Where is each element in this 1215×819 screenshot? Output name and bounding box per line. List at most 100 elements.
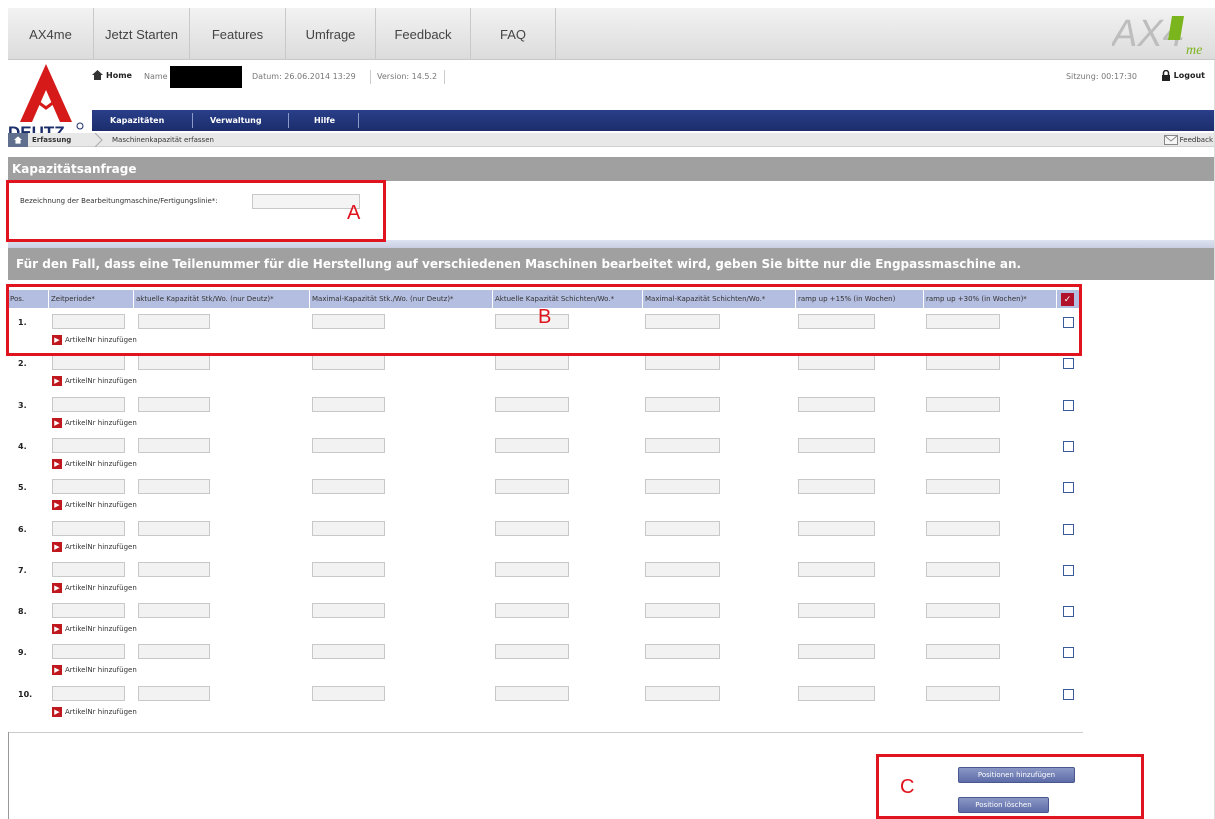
maximal-schichten-input[interactable] <box>645 520 720 536</box>
position-number: 9. <box>18 648 27 658</box>
row-checkbox[interactable] <box>1063 399 1074 411</box>
ramp-up-15-input[interactable] <box>798 355 875 371</box>
add-article-label: ArtikelNr hinzufügen <box>65 707 137 716</box>
maximal-schichten-input[interactable] <box>645 685 720 701</box>
maximal-kapazitaet-input[interactable] <box>312 644 385 660</box>
aktuelle-schichten-input[interactable] <box>495 644 569 660</box>
aktuelle-kapazitaet-input[interactable] <box>138 437 210 453</box>
row-checkbox[interactable] <box>1063 606 1074 618</box>
add-article-link[interactable]: ▶ ArtikelNr hinzufügen <box>52 706 137 717</box>
aktuelle-kapazitaet-input[interactable] <box>138 603 210 619</box>
zeitperiode-input[interactable] <box>52 644 125 660</box>
add-article-link[interactable]: ▶ ArtikelNr hinzufügen <box>52 417 137 428</box>
aktuelle-kapazitaet-input[interactable] <box>138 520 210 536</box>
maximal-schichten-input[interactable] <box>645 603 720 619</box>
zeitperiode-input[interactable] <box>52 479 125 495</box>
ramp-up-15-input[interactable] <box>798 644 875 660</box>
nav-verwaltung[interactable]: Verwaltung <box>210 110 262 131</box>
zeitperiode-input[interactable] <box>52 561 125 577</box>
aktuelle-schichten-input[interactable] <box>495 479 569 495</box>
add-article-link[interactable]: ▶ ArtikelNr hinzufügen <box>52 582 137 593</box>
add-article-link[interactable]: ▶ ArtikelNr hinzufügen <box>52 541 137 552</box>
row-checkbox[interactable] <box>1063 482 1074 494</box>
maximal-kapazitaet-input[interactable] <box>312 479 385 495</box>
ramp-up-15-input[interactable] <box>798 437 875 453</box>
zeitperiode-input[interactable] <box>52 396 125 412</box>
nav-kapazitaeten[interactable]: Kapazitäten <box>110 110 164 131</box>
tab-features[interactable]: Features <box>190 8 286 60</box>
zeitperiode-input[interactable] <box>52 603 125 619</box>
row-checkbox[interactable] <box>1063 358 1074 370</box>
row-checkbox[interactable] <box>1063 647 1074 659</box>
breadcrumb-home[interactable] <box>8 133 28 147</box>
maximal-schichten-input[interactable] <box>645 437 720 453</box>
ramp-up-30-input[interactable] <box>926 396 1000 412</box>
aktuelle-schichten-input[interactable] <box>495 355 569 371</box>
zeitperiode-input[interactable] <box>52 437 125 453</box>
tab-ax4me[interactable]: AX4me <box>8 8 94 60</box>
aktuelle-kapazitaet-input[interactable] <box>138 561 210 577</box>
home-link[interactable]: Home <box>92 70 132 80</box>
tab-jetzt-starten[interactable]: Jetzt Starten <box>94 8 190 60</box>
ramp-up-30-input[interactable] <box>926 685 1000 701</box>
add-article-link[interactable]: ▶ ArtikelNr hinzufügen <box>52 500 137 511</box>
ramp-up-30-input[interactable] <box>926 644 1000 660</box>
maximal-kapazitaet-input[interactable] <box>312 396 385 412</box>
logout-link[interactable]: Logout <box>1161 70 1205 81</box>
position-number: 8. <box>18 607 27 617</box>
maximal-kapazitaet-input[interactable] <box>312 561 385 577</box>
ramp-up-15-input[interactable] <box>798 603 875 619</box>
aktuelle-kapazitaet-input[interactable] <box>138 479 210 495</box>
ramp-up-30-input[interactable] <box>926 603 1000 619</box>
feedback-link[interactable]: Feedback <box>1163 135 1213 145</box>
zeitperiode-input[interactable] <box>52 355 125 371</box>
table-row: 4. ▶ ArtikelNr hinzufügen <box>8 436 1081 478</box>
aktuelle-schichten-input[interactable] <box>495 520 569 536</box>
maximal-kapazitaet-input[interactable] <box>312 437 385 453</box>
aktuelle-schichten-input[interactable] <box>495 685 569 701</box>
nav-hilfe[interactable]: Hilfe <box>314 110 335 131</box>
zeitperiode-input[interactable] <box>52 520 125 536</box>
aktuelle-kapazitaet-input[interactable] <box>138 685 210 701</box>
tab-feedback[interactable]: Feedback <box>376 8 471 60</box>
zeitperiode-input[interactable] <box>52 685 125 701</box>
row-checkbox[interactable] <box>1063 523 1074 535</box>
add-article-link[interactable]: ▶ ArtikelNr hinzufügen <box>52 665 137 676</box>
ramp-up-30-input[interactable] <box>926 479 1000 495</box>
ramp-up-15-input[interactable] <box>798 479 875 495</box>
maximal-schichten-input[interactable] <box>645 396 720 412</box>
breadcrumb-erfassung[interactable]: Erfassung <box>32 136 71 144</box>
maximal-kapazitaet-input[interactable] <box>312 685 385 701</box>
maximal-schichten-input[interactable] <box>645 644 720 660</box>
table-row: 3. ▶ ArtikelNr hinzufügen <box>8 395 1081 437</box>
aktuelle-schichten-input[interactable] <box>495 437 569 453</box>
ramp-up-30-input[interactable] <box>926 437 1000 453</box>
ramp-up-15-input[interactable] <box>798 396 875 412</box>
add-article-link[interactable]: ▶ ArtikelNr hinzufügen <box>52 624 137 635</box>
aktuelle-schichten-input[interactable] <box>495 603 569 619</box>
aktuelle-schichten-input[interactable] <box>495 396 569 412</box>
ramp-up-30-input[interactable] <box>926 561 1000 577</box>
maximal-kapazitaet-input[interactable] <box>312 603 385 619</box>
add-article-link[interactable]: ▶ ArtikelNr hinzufügen <box>52 376 137 387</box>
tab-umfrage[interactable]: Umfrage <box>286 8 376 60</box>
maximal-kapazitaet-input[interactable] <box>312 355 385 371</box>
tab-faq[interactable]: FAQ <box>471 8 556 60</box>
row-checkbox[interactable] <box>1063 688 1074 700</box>
ramp-up-15-input[interactable] <box>798 685 875 701</box>
maximal-kapazitaet-input[interactable] <box>312 520 385 536</box>
ramp-up-30-input[interactable] <box>926 355 1000 371</box>
maximal-schichten-input[interactable] <box>645 479 720 495</box>
ramp-up-15-input[interactable] <box>798 561 875 577</box>
ramp-up-15-input[interactable] <box>798 520 875 536</box>
aktuelle-schichten-input[interactable] <box>495 561 569 577</box>
row-checkbox[interactable] <box>1063 564 1074 576</box>
add-article-link[interactable]: ▶ ArtikelNr hinzufügen <box>52 458 137 469</box>
aktuelle-kapazitaet-input[interactable] <box>138 355 210 371</box>
ramp-up-30-input[interactable] <box>926 520 1000 536</box>
aktuelle-kapazitaet-input[interactable] <box>138 644 210 660</box>
maximal-schichten-input[interactable] <box>645 561 720 577</box>
row-checkbox[interactable] <box>1063 440 1074 452</box>
aktuelle-kapazitaet-input[interactable] <box>138 396 210 412</box>
maximal-schichten-input[interactable] <box>645 355 720 371</box>
